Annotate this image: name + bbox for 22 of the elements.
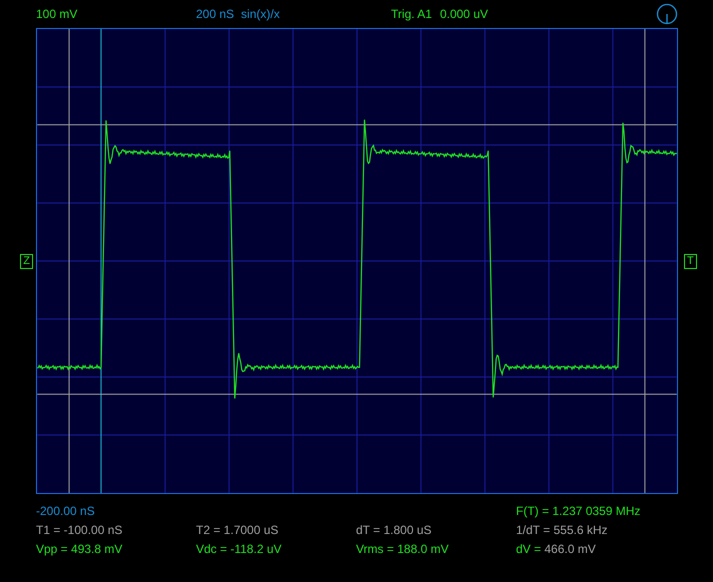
readout-text: F(T) = 1.237 0359 MHz [516,504,640,518]
readout-text: -200.00 nS [36,504,95,518]
time-per-division: 200 nS [196,6,234,23]
trigger-marker[interactable]: T [684,254,697,268]
cursor-line[interactable] [36,124,678,126]
trigger-level: 0.000 uV [440,6,488,23]
trigger-source: Trig. A1 [391,6,432,23]
readout-text: Vpp = 493.8 mV [36,542,122,556]
readout-text: dT = 1.800 uS [356,522,432,536]
cursor-line[interactable] [36,394,678,395]
interpolation-mode: sin(x)/x [241,6,281,23]
readout-text: Vrms = 188.0 mV [356,542,449,556]
readout-text: dV = 466.0 mV [516,542,596,556]
readout-text: 1/dT = 555.6 kHz [516,522,608,536]
trigger-circle-icon[interactable] [656,3,678,25]
ground-marker[interactable]: Z [20,254,33,268]
readout-text: T1 = -100.00 nS [36,522,122,536]
readout-text: Vdc = -118.2 uV [196,542,282,556]
cursor-line[interactable] [68,28,70,494]
readout-text: T2 = 1.7000 uS [196,522,278,536]
volts-per-division: 100 mV [36,6,78,23]
cursor-line[interactable] [644,28,646,494]
